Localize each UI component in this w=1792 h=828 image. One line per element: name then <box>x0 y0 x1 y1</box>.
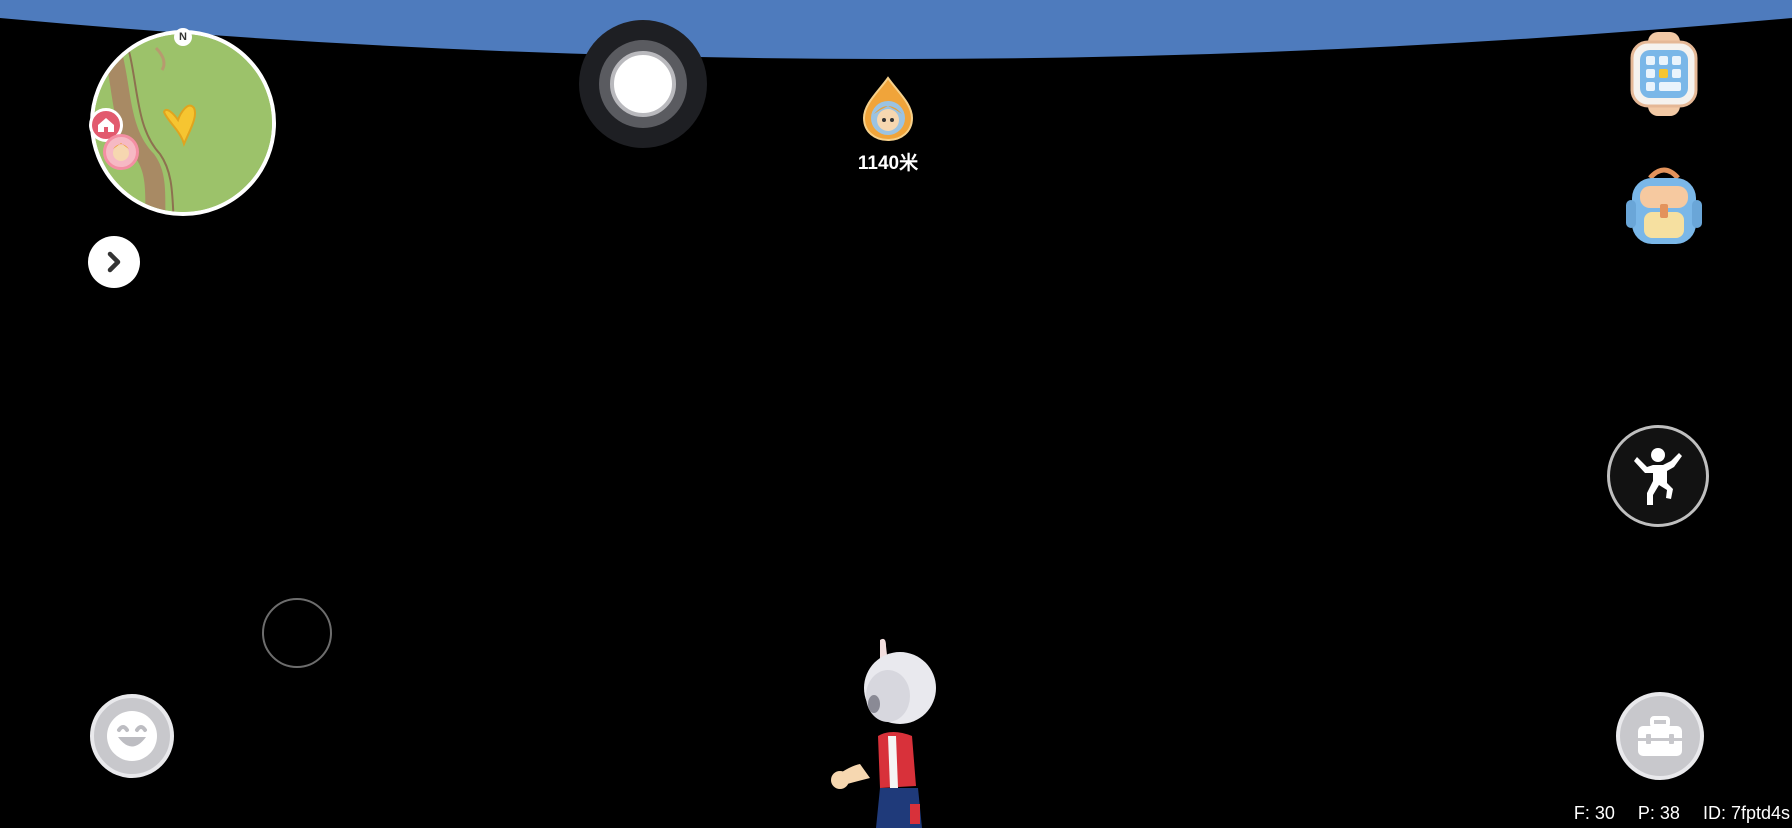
smile-emote-icon <box>107 711 157 761</box>
expand-panel-button[interactable] <box>88 236 140 288</box>
fps-counter: F: 30 <box>1573 803 1615 823</box>
game-viewport[interactable]: N 1140米 F: 30 P: 38 ID: 7fptd4s <box>0 0 1792 828</box>
debug-stats: F: 30 P: 38 ID: 7fptd4s <box>1556 803 1790 824</box>
jump-pose-icon <box>1634 448 1682 505</box>
smartwatch-button[interactable] <box>1626 32 1702 116</box>
backpack-button[interactable] <box>1622 164 1706 248</box>
ping-counter: P: 38 <box>1637 803 1680 823</box>
target-distance-label: 1140米 <box>857 153 919 174</box>
toolbox-button[interactable] <box>1616 692 1704 780</box>
player-character <box>831 638 936 828</box>
emote-button[interactable] <box>90 694 174 778</box>
session-id: ID: 7fptd4s <box>1702 803 1790 823</box>
toolbox-icon <box>1638 716 1682 756</box>
movement-joystick[interactable] <box>262 598 332 668</box>
camera-shutter-icon <box>599 40 687 128</box>
target-location-marker-icon[interactable] <box>860 76 916 142</box>
compass-north-label: N <box>174 28 192 46</box>
camera-shutter-button[interactable] <box>579 20 707 148</box>
jump-button[interactable] <box>1607 425 1709 527</box>
player-avatar-marker-icon <box>103 134 139 170</box>
chevron-right-icon <box>107 251 121 273</box>
